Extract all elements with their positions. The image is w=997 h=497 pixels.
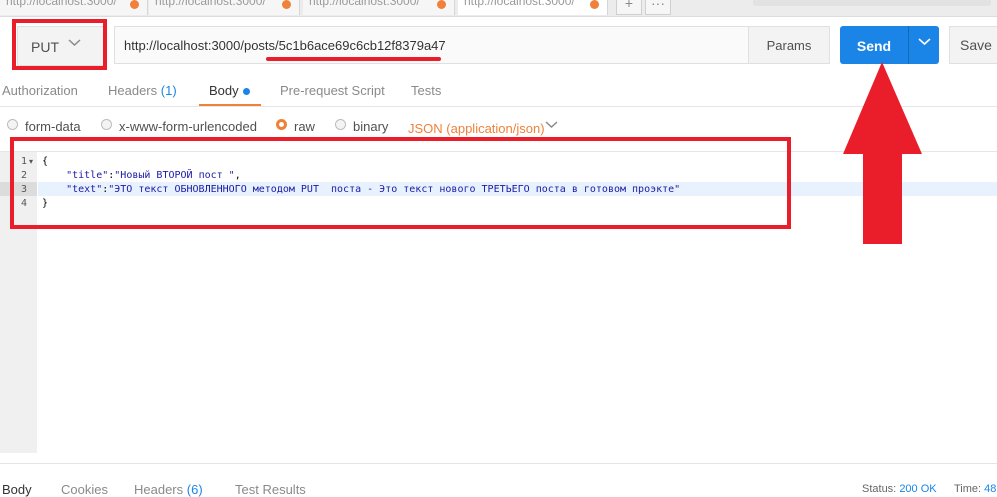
tab-tests[interactable]: Tests — [411, 83, 441, 98]
url-text: http://localhost:3000/posts/5c1b6ace69c6… — [124, 38, 446, 53]
request-tab-title: http://localhost:3000/ — [155, 0, 266, 8]
modified-dot-icon — [590, 0, 599, 9]
content-type-dropdown[interactable]: JSON (application/json) — [408, 121, 545, 136]
more-icon: ··· — [651, 0, 665, 11]
option-raw[interactable]: raw — [294, 119, 315, 134]
radio-raw-icon[interactable] — [276, 119, 287, 130]
response-status: Status: 200 OK — [862, 483, 937, 495]
time-value: 48 — [984, 483, 997, 495]
option-form-data[interactable]: form-data — [25, 119, 81, 134]
status-value: 200 OK — [899, 483, 937, 495]
time-label: Time: — [954, 483, 982, 495]
response-tabs-bar: Body Cookies Headers (6) Test Results St… — [0, 463, 997, 497]
send-options-chevron-icon[interactable] — [909, 34, 939, 49]
request-tab[interactable]: http://localhost:3000/ — [303, 0, 455, 15]
tab-prerequest-script[interactable]: Pre-request Script — [280, 83, 385, 98]
status-label: Status: — [862, 483, 897, 495]
save-button[interactable]: Save — [949, 26, 997, 64]
tab-authorization[interactable]: Authorization — [2, 83, 78, 98]
body-indicator-dot-icon — [242, 88, 250, 96]
annotation-arrow — [843, 62, 922, 244]
plus-icon: + — [624, 0, 634, 11]
option-binary[interactable]: binary — [353, 119, 388, 134]
annotation-box-body — [10, 137, 791, 229]
tab-body-label: Body — [209, 83, 239, 98]
new-tab-button[interactable]: + — [616, 0, 642, 15]
option-urlencoded[interactable]: x-www-form-urlencoded — [119, 119, 257, 134]
request-tab-title: http://localhost:3000/ — [309, 0, 420, 8]
radio-urlencoded-icon[interactable] — [101, 119, 112, 130]
request-tab[interactable]: http://localhost:3000/ — [149, 0, 300, 15]
request-tab[interactable]: http://localhost:3000/ — [0, 0, 148, 15]
environment-selector[interactable] — [753, 0, 991, 6]
tab-headers[interactable]: Headers (1) — [108, 83, 177, 98]
tab-strip: http://localhost:3000/ http://localhost:… — [0, 0, 997, 17]
request-tab-title: http://localhost:3000/ — [464, 0, 575, 8]
radio-form-data-icon[interactable] — [7, 119, 18, 130]
tab-body[interactable]: Body — [209, 83, 250, 98]
annotation-box-method — [12, 19, 107, 70]
modified-dot-icon — [282, 0, 291, 9]
active-tab-underline — [199, 104, 261, 106]
send-label: Send — [856, 38, 892, 54]
more-tabs-button[interactable]: ··· — [645, 0, 671, 15]
send-button[interactable]: Send — [840, 26, 939, 64]
tab-headers-count: (1) — [160, 83, 177, 98]
chevron-down-icon[interactable] — [545, 117, 558, 132]
modified-dot-icon — [130, 0, 139, 9]
tab-headers-label: Headers — [108, 83, 158, 98]
modified-dot-icon — [437, 0, 446, 9]
response-time: Time: 48 — [954, 483, 996, 495]
url-input[interactable]: http://localhost:3000/posts/5c1b6ace69c6… — [114, 26, 830, 64]
request-tab-title: http://localhost:3000/ — [6, 0, 117, 8]
annotation-underline-url-id — [266, 57, 441, 61]
radio-binary-icon[interactable] — [335, 119, 346, 130]
params-button[interactable]: Params — [748, 26, 830, 64]
request-tab-active[interactable]: http://localhost:3000/ — [458, 0, 608, 15]
